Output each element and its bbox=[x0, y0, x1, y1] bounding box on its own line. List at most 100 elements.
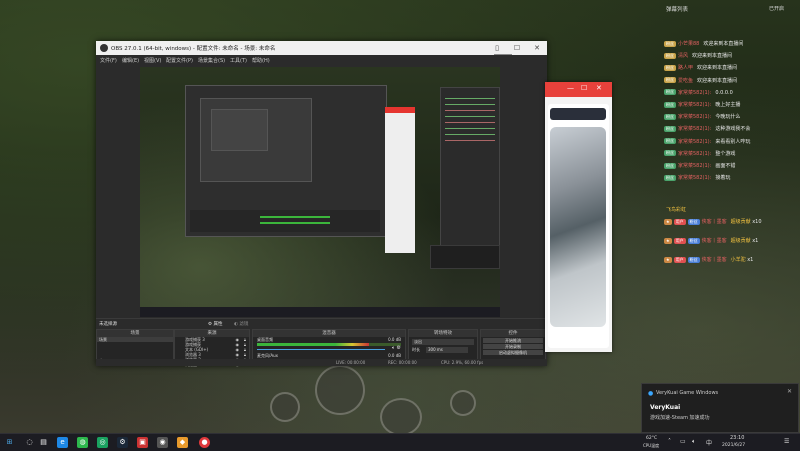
nested-red-window bbox=[385, 107, 415, 253]
minimize-button[interactable]: — bbox=[567, 84, 574, 92]
chat-message: 粉丝 家常菜582(1): 来看看别人咋玩 bbox=[664, 138, 750, 146]
chat-nick[interactable]: 家常菜582(1): bbox=[678, 114, 711, 120]
maximize-button[interactable]: ☐ bbox=[581, 84, 587, 92]
menu-view[interactable]: 视图(V) bbox=[144, 57, 161, 64]
controls-header: 控件 bbox=[481, 330, 545, 337]
fan-badge: 粉丝 bbox=[664, 89, 676, 96]
chat-nick[interactable]: 家常菜582(1): bbox=[678, 90, 711, 96]
start-recording-button[interactable]: 开始录制 bbox=[483, 344, 543, 349]
menu-help[interactable]: 帮助(H) bbox=[252, 57, 270, 64]
chat-nick[interactable]: 家常菜582(1): bbox=[678, 163, 711, 169]
app-green-icon[interactable]: ◎ bbox=[97, 437, 108, 448]
fan-badge: 粉丝 bbox=[687, 218, 700, 225]
close-button[interactable]: ✕ bbox=[527, 41, 547, 55]
app-window: — ☐ ✕ bbox=[545, 82, 612, 352]
character-art-image bbox=[550, 127, 606, 327]
obs-window-title: OBS 27.0.1 (64-bit, windows) - 配置文件: 未命名… bbox=[111, 46, 276, 52]
cpu-temp: 62°C bbox=[646, 436, 658, 441]
tray-arrow-icon[interactable]: ˄ bbox=[668, 438, 671, 445]
chat-message: 粉丝 清风 欢迎来到本直播间 bbox=[664, 52, 732, 60]
preview-canvas[interactable] bbox=[140, 67, 500, 317]
obs-menubar: 文件(F) 编辑(E) 视图(V) 配置文件(P) 场景集合(S) 工具(T) … bbox=[96, 55, 547, 65]
chat-text: 晚上好主播 bbox=[715, 102, 741, 108]
menu-profile[interactable]: 配置文件(P) bbox=[166, 57, 193, 64]
nested-toast bbox=[430, 245, 500, 269]
chat-text: 画面不错 bbox=[715, 163, 736, 169]
fan-badge: 粉丝 bbox=[664, 77, 676, 84]
obs-titlebar[interactable]: OBS 27.0.1 (64-bit, windows) - 配置文件: 未命名… bbox=[96, 41, 547, 62]
wechat-icon[interactable]: ◍ bbox=[77, 437, 88, 448]
gift-sender[interactable]: 侠客丨墨客 bbox=[702, 219, 727, 225]
scene-item[interactable]: 场景 bbox=[97, 337, 173, 342]
steam-icon[interactable]: ⚙ bbox=[117, 437, 128, 448]
chat-message: 粉丝 家常菜582(1): 整个游戏 bbox=[664, 150, 735, 158]
chat-text: 欢迎来到本直播间 bbox=[692, 53, 733, 60]
chat-text: 来看看别人咋玩 bbox=[715, 138, 751, 145]
nested-obs-capture-deep bbox=[211, 109, 268, 151]
chat-message: 粉丝 家常菜582(1): 画面不错 bbox=[664, 162, 735, 170]
fan-badge: 粉丝 bbox=[664, 52, 676, 59]
desktop-audio-slider[interactable]: 🔈︎ ⚙ bbox=[257, 345, 401, 351]
gift-sender[interactable]: 侠客丨墨客 bbox=[702, 257, 727, 263]
fan-badge: 粉丝 bbox=[664, 101, 676, 108]
chat-text: 欢迎来到本直播间 bbox=[697, 65, 738, 72]
minimize-button[interactable]: ▯ bbox=[487, 41, 507, 55]
clock-time[interactable]: 23:10 bbox=[730, 435, 744, 441]
app-round-red-icon[interactable]: ● bbox=[199, 437, 210, 448]
chat-message: 粉丝 家常菜582(1): 这种游戏我不会 bbox=[664, 125, 750, 133]
notification-toast[interactable]: ● VeryKuai Game Windows ✕ VeryKuai 游戏加速-… bbox=[641, 383, 799, 433]
folder-icon[interactable]: ▤ bbox=[38, 437, 49, 448]
app-titlebar[interactable]: — ☐ ✕ bbox=[545, 82, 612, 97]
network-icon[interactable]: ▭ bbox=[680, 438, 686, 445]
start-streaming-button[interactable]: 开始推流 bbox=[483, 338, 543, 343]
chat-nick[interactable]: 家常菜582(1): bbox=[678, 151, 711, 157]
windows-start-icon[interactable]: ⊞ bbox=[4, 437, 15, 448]
virtual-camera-button[interactable]: 启动虚拟摄像机 bbox=[483, 350, 543, 355]
duration-input[interactable]: 300 ms bbox=[426, 347, 468, 353]
close-button[interactable]: ✕ bbox=[596, 84, 602, 92]
menu-file[interactable]: 文件(F) bbox=[100, 57, 117, 64]
nested-taskbar bbox=[140, 307, 500, 317]
ime-indicator[interactable]: 中 bbox=[706, 438, 712, 447]
toast-message: 游戏加速-Steam 加速成功 bbox=[650, 415, 710, 421]
app-red-icon[interactable]: ▣ bbox=[137, 437, 148, 448]
nested-obs-capture bbox=[185, 85, 387, 237]
chat-nick[interactable]: 小芒果88 bbox=[678, 41, 699, 47]
app-orange-icon[interactable]: ◆ bbox=[177, 437, 188, 448]
user-badge: 用户 bbox=[673, 237, 686, 244]
chat-nick[interactable]: 清风 bbox=[678, 53, 688, 59]
menu-tools[interactable]: 工具(T) bbox=[230, 57, 247, 64]
notification-center-icon[interactable]: ☰ bbox=[784, 438, 789, 445]
gift-message: ★ 用户 粉丝 侠客丨墨客 小羊驼 x1 bbox=[664, 256, 753, 264]
clock-date[interactable]: 2021/6/27 bbox=[722, 443, 745, 448]
close-icon[interactable]: ✕ bbox=[787, 388, 792, 395]
obs-window: OBS 27.0.1 (64-bit, windows) - 配置文件: 未命名… bbox=[96, 41, 547, 367]
chat-text: 0.0.0.0 bbox=[715, 89, 733, 96]
chat-nick[interactable]: 爱吃鱼 bbox=[678, 78, 693, 84]
obs-icon[interactable]: ◉ bbox=[157, 437, 168, 448]
menu-edit[interactable]: 编辑(E) bbox=[122, 57, 139, 64]
properties-button[interactable]: ⚙ 属性 bbox=[208, 321, 222, 327]
avatar: ★ bbox=[664, 237, 672, 244]
volume-icon[interactable]: 🔈︎ bbox=[692, 438, 696, 446]
chat-nick[interactable]: 家常菜582(1): bbox=[678, 126, 711, 132]
edge-browser-icon[interactable]: e bbox=[57, 437, 68, 448]
nested-chat-capture bbox=[440, 87, 500, 249]
fan-badge: 粉丝 bbox=[664, 125, 676, 132]
edge-icon[interactable]: ◌ bbox=[24, 437, 35, 448]
mixer-channel-mic: 麦克风/Aux 0.0 dB bbox=[257, 353, 401, 358]
chat-nick[interactable]: 家常菜582(1): bbox=[678, 139, 711, 145]
mixer-header: 混音器 bbox=[253, 330, 405, 337]
menu-scene-collection[interactable]: 场景集合(S) bbox=[198, 57, 225, 64]
transition-select[interactable]: 淡出 bbox=[412, 339, 474, 345]
filters-button[interactable]: ◐ 滤镜 bbox=[234, 321, 248, 327]
fan-badge: 粉丝 bbox=[664, 162, 676, 169]
chat-message: 粉丝 家常菜582(1): 接着玩 bbox=[664, 174, 730, 182]
chat-nick[interactable]: 家常菜582(1): bbox=[678, 175, 711, 181]
gift-sender[interactable]: 侠客丨墨客 bbox=[702, 238, 727, 244]
chat-nick[interactable]: 路人甲 bbox=[678, 65, 693, 71]
chat-nick[interactable]: 家常菜582(1): bbox=[678, 102, 711, 108]
maximize-button[interactable]: ☐ bbox=[507, 41, 527, 55]
fan-badge: 粉丝 bbox=[664, 138, 676, 145]
fan-badge: 粉丝 bbox=[664, 174, 676, 181]
